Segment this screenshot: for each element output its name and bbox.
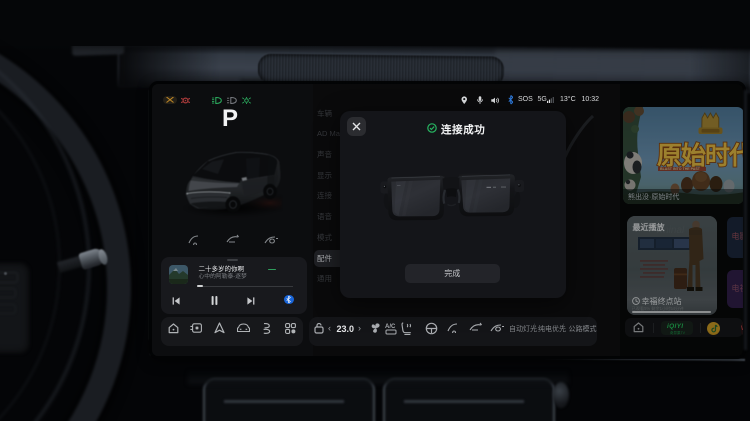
svg-text:原始时代: 原始时代: [657, 142, 744, 170]
svg-text:BLAST INTO THE PAST: BLAST INTO THE PAST: [660, 167, 701, 171]
svg-text:A/C: A/C: [385, 324, 396, 330]
svg-text:熊出没·原始时代: 熊出没·原始时代: [628, 192, 679, 201]
